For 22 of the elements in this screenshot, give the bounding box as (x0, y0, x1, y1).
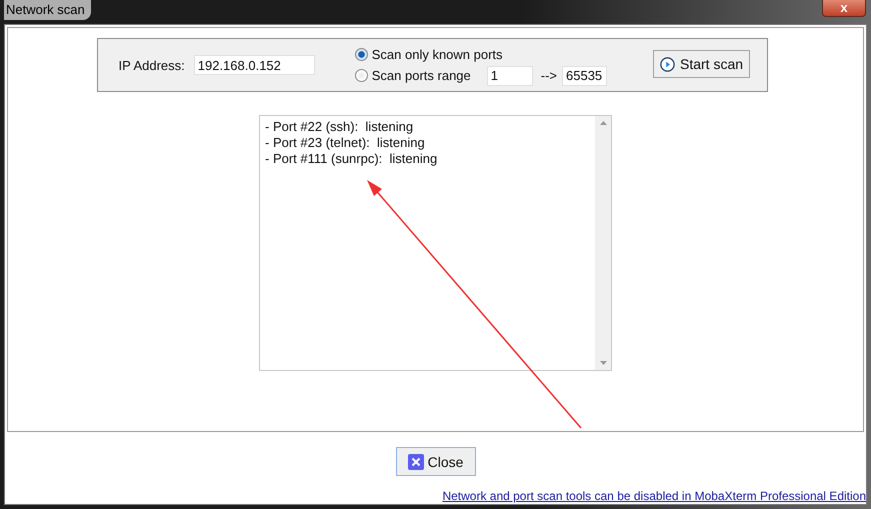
radio-button[interactable] (354, 48, 368, 61)
ip-address-label: IP Address: (118, 58, 185, 72)
edition-link[interactable]: Network and port scan tools can be disabled in MobaXterm Professional Edition (442, 489, 866, 504)
ip-address-field[interactable]: 192.168.0.152 (194, 55, 315, 75)
window-close-button[interactable]: x (822, 0, 866, 17)
radio-label: Scan only known ports (372, 47, 503, 62)
close-icon (408, 454, 424, 470)
radio-button[interactable] (354, 69, 368, 82)
radio-label: Scan ports range (372, 68, 471, 83)
close-dialog-button[interactable]: Close (396, 447, 476, 476)
scroll-down-icon[interactable] (600, 361, 606, 365)
range-end-field[interactable]: 65535 (562, 66, 608, 86)
result-line: - Port #22 (ssh): listening (265, 119, 414, 135)
result-line: - Port #23 (telnet): listening (265, 135, 426, 151)
range-arrow-text: --> (540, 68, 558, 83)
start-scan-button[interactable]: Start scan (653, 50, 750, 78)
range-start-field[interactable]: 1 (486, 66, 533, 86)
result-line: - Port #111 (sunrpc): listening (265, 151, 438, 167)
play-icon (660, 56, 675, 72)
scrollbar[interactable] (595, 116, 611, 370)
window-title: Network scan (4, 0, 91, 20)
scroll-up-icon[interactable] (600, 121, 606, 125)
